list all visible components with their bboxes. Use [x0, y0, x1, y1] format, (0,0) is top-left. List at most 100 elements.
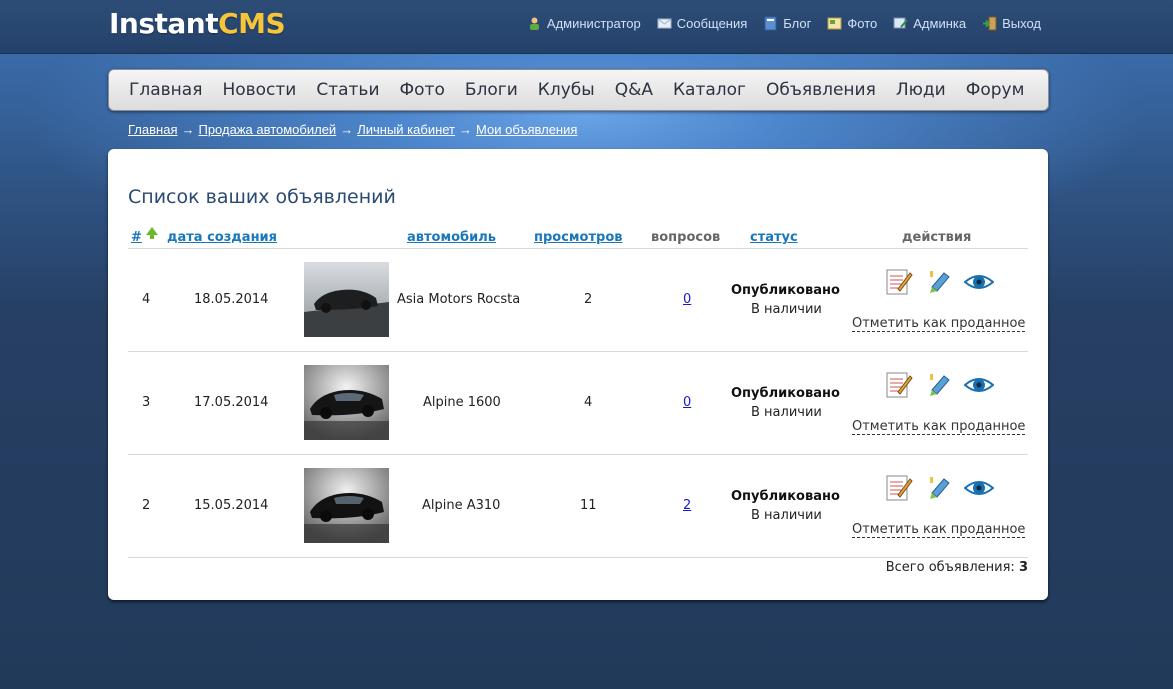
breadcrumb-separator: → [459, 122, 473, 137]
user-menu: Администратор Сообщения Блог Фото Админк… [527, 16, 1041, 31]
column-actions-header: действия [902, 230, 972, 245]
row-availability: В наличии [751, 508, 822, 523]
user-menu-profile[interactable]: Администратор [527, 16, 641, 31]
total-value: 3 [1018, 560, 1028, 575]
car-thumbnail[interactable] [304, 365, 389, 440]
user-menu-logout[interactable]: Выход [982, 16, 1041, 31]
row-date: 17.05.2014 [194, 395, 269, 410]
row-questions-link[interactable]: 2 [683, 498, 691, 513]
column-num-header[interactable]: # [131, 230, 142, 245]
user-menu-label: Выход [1002, 16, 1041, 31]
row-availability: В наличии [751, 405, 822, 420]
breadcrumb-separator: → [181, 122, 195, 137]
row-actions [884, 473, 994, 503]
row-id: 2 [142, 498, 151, 513]
nav-item-articles[interactable]: Статьи [316, 80, 379, 100]
nav-item-news[interactable]: Новости [222, 80, 296, 100]
mark-sold-link[interactable]: Отметить как проданное [852, 522, 1026, 538]
total-label: Всего объявления: [885, 560, 1015, 575]
breadcrumb: Главная → Продажа автомобилей → Личный кабин… [128, 122, 577, 137]
user-menu-blog[interactable]: Блог [763, 16, 811, 31]
user-menu-label: Сообщения [676, 16, 748, 31]
nav-item-blogs[interactable]: Блоги [465, 80, 518, 100]
user-menu-label: Администратор [546, 16, 641, 31]
edit-icon[interactable] [884, 267, 914, 297]
nav-item-catalog[interactable]: Каталог [673, 80, 746, 100]
sort-up-icon[interactable] [146, 227, 158, 239]
main-nav: Главная Новости Статьи Фото Блоги Клубы … [108, 69, 1049, 111]
raise-ad-icon[interactable] [924, 473, 954, 503]
row-status: Опубликовано [731, 386, 840, 401]
row-date: 15.05.2014 [194, 498, 269, 513]
blog-icon [764, 16, 777, 31]
site-logo[interactable]: InstantCMS [109, 7, 286, 41]
car-photo-icon [304, 262, 389, 337]
table-row: 3 17.05.2014 Alpine 1600 4 0 Опубликован… [128, 352, 1028, 455]
breadcrumb-separator: → [340, 122, 354, 137]
row-car-name[interactable]: Asia Motors Rocsta [397, 292, 520, 307]
mark-sold-link[interactable]: Отметить как проданное [852, 316, 1026, 332]
row-views: 2 [584, 292, 593, 307]
nav-item-home[interactable]: Главная [129, 80, 202, 100]
breadcrumb-link[interactable]: Продажа автомобилей [198, 122, 336, 137]
breadcrumb-link[interactable]: Главная [128, 122, 177, 137]
table-row: 2 15.05.2014 Alpine A310 11 2 Опубликова… [128, 455, 1028, 558]
row-date: 18.05.2014 [194, 292, 269, 307]
car-thumbnail[interactable] [304, 262, 389, 337]
edit-icon[interactable] [884, 473, 914, 503]
user-menu-admin[interactable]: Админка [893, 16, 966, 31]
car-photo-icon [304, 468, 389, 543]
column-questions-header: вопросов [651, 230, 721, 245]
nav-item-people[interactable]: Люди [896, 80, 946, 100]
nav-item-clubs[interactable]: Клубы [538, 80, 595, 100]
admin-icon [893, 17, 909, 29]
row-car-name[interactable]: Alpine A310 [422, 498, 500, 513]
row-status: Опубликовано [731, 489, 840, 504]
view-eye-icon[interactable] [964, 267, 994, 297]
table-header: # дата создания автомобиль просмотров во… [128, 225, 1028, 249]
row-id: 3 [142, 395, 151, 410]
content-panel: Список ваших объявлений # дата создания … [108, 149, 1048, 600]
page-title: Список ваших объявлений [128, 186, 396, 208]
row-actions [884, 370, 994, 400]
edit-icon[interactable] [884, 370, 914, 400]
car-photo-icon [304, 365, 389, 440]
row-views: 11 [580, 498, 597, 513]
raise-ad-icon[interactable] [924, 267, 954, 297]
photo-icon [827, 17, 842, 30]
nav-item-ads[interactable]: Объявления [766, 80, 876, 100]
breadcrumb-link[interactable]: Мои объявления [476, 122, 577, 137]
user-menu-photo[interactable]: Фото [827, 16, 877, 31]
raise-ad-icon[interactable] [924, 370, 954, 400]
logo-part-2: CMS [218, 7, 286, 40]
column-date-header[interactable]: дата создания [167, 230, 277, 245]
logo-part-1: Instant [109, 7, 219, 40]
nav-item-photo[interactable]: Фото [400, 80, 445, 100]
envelope-icon [657, 18, 672, 29]
user-menu-label: Админка [913, 16, 967, 31]
car-thumbnail[interactable] [304, 468, 389, 543]
row-actions [884, 267, 994, 297]
row-views: 4 [584, 395, 593, 410]
row-status: Опубликовано [731, 283, 840, 298]
column-status-header[interactable]: статус [750, 230, 798, 245]
view-eye-icon[interactable] [964, 370, 994, 400]
column-views-header[interactable]: просмотров [534, 230, 622, 245]
table-row: 4 18.05.2014 Asia Motors Rocsta 2 0 Опуб… [128, 249, 1028, 352]
row-car-name[interactable]: Alpine 1600 [423, 395, 501, 410]
nav-item-qa[interactable]: Q&A [615, 80, 653, 100]
ads-table: # дата создания автомобиль просмотров во… [128, 225, 1028, 558]
row-id: 4 [142, 292, 151, 307]
user-icon [529, 17, 539, 30]
row-questions-link[interactable]: 0 [683, 395, 691, 410]
column-car-header[interactable]: автомобиль [407, 230, 496, 245]
mark-sold-link[interactable]: Отметить как проданное [852, 419, 1026, 435]
view-eye-icon[interactable] [964, 473, 994, 503]
user-menu-messages[interactable]: Сообщения [657, 16, 748, 31]
row-availability: В наличии [751, 302, 822, 317]
logout-icon [983, 16, 997, 31]
row-questions-link[interactable]: 0 [683, 292, 691, 307]
total-count: Всего объявления: 3 [886, 560, 1028, 575]
nav-item-forum[interactable]: Форум [966, 80, 1025, 100]
breadcrumb-link[interactable]: Личный кабинет [357, 122, 455, 137]
